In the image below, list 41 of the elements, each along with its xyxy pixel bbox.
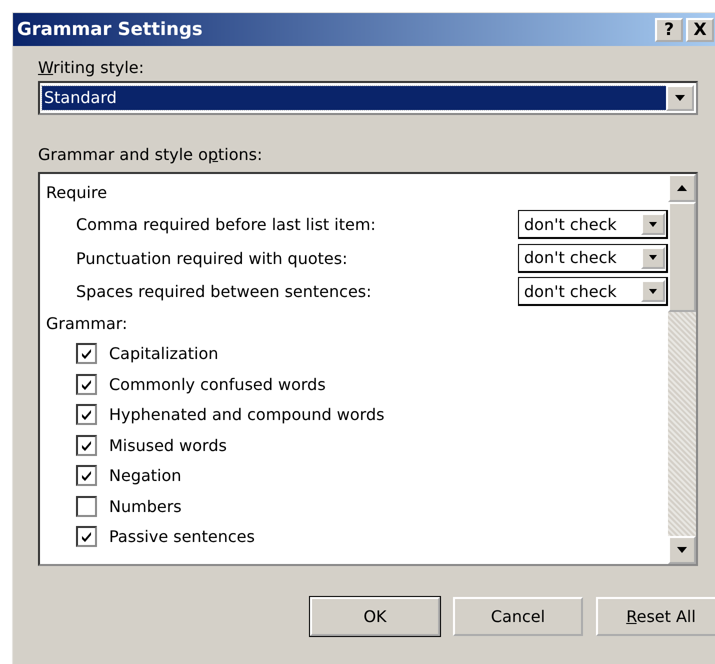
dialog-button[interactable]: Reset All bbox=[596, 597, 715, 636]
writing-style-dropdown[interactable]: Standard bbox=[38, 81, 698, 115]
help-button[interactable]: ? bbox=[655, 18, 683, 42]
checkbox[interactable] bbox=[76, 434, 97, 456]
scroll-down-icon[interactable] bbox=[668, 536, 696, 564]
check-icon bbox=[80, 378, 93, 391]
list-label: Grammar and style options: bbox=[38, 145, 264, 164]
group-heading: Require bbox=[46, 182, 108, 204]
dialog-button[interactable]: OK bbox=[310, 597, 440, 636]
scroll-thumb[interactable] bbox=[668, 202, 696, 312]
vertical-scrollbar[interactable] bbox=[668, 174, 696, 564]
checkbox[interactable] bbox=[76, 465, 97, 486]
checkbox[interactable] bbox=[76, 526, 97, 548]
option-label: Comma required before last list item: bbox=[76, 215, 376, 234]
dialog-button[interactable]: Cancel bbox=[453, 597, 583, 636]
group-heading: Grammar: bbox=[46, 312, 128, 334]
check-icon bbox=[80, 530, 93, 544]
checkbox-label: Misused words bbox=[109, 436, 227, 455]
checkbox-label: Passive sentences bbox=[109, 527, 255, 546]
option-dropdown[interactable]: don't check bbox=[518, 210, 668, 240]
option-dropdown[interactable]: don't check bbox=[518, 277, 668, 306]
checkbox-label: Hyphenated and compound words bbox=[109, 405, 384, 424]
check-icon bbox=[80, 438, 93, 452]
checkbox-label: Capitalization bbox=[109, 344, 218, 364]
checkbox[interactable] bbox=[76, 374, 97, 395]
checkbox-label: Commonly confused words bbox=[109, 374, 326, 394]
scroll-up-icon[interactable] bbox=[668, 174, 696, 202]
window-title: Grammar Settings bbox=[17, 19, 203, 40]
checkbox[interactable] bbox=[76, 343, 97, 364]
check-icon bbox=[80, 469, 93, 482]
close-button[interactable]: X bbox=[686, 18, 714, 42]
option-dropdown[interactable]: don't check bbox=[518, 244, 668, 273]
field-label: Writing style: bbox=[38, 58, 145, 77]
checkbox[interactable] bbox=[76, 496, 97, 517]
check-icon bbox=[80, 408, 93, 422]
option-label: Spaces required between sentences: bbox=[76, 282, 372, 302]
checkbox-label: Negation bbox=[109, 466, 182, 486]
check-icon bbox=[80, 347, 93, 360]
checkbox-label: Numbers bbox=[109, 496, 182, 516]
checkbox[interactable] bbox=[76, 404, 97, 426]
option-label: Punctuation required with quotes: bbox=[76, 248, 348, 268]
